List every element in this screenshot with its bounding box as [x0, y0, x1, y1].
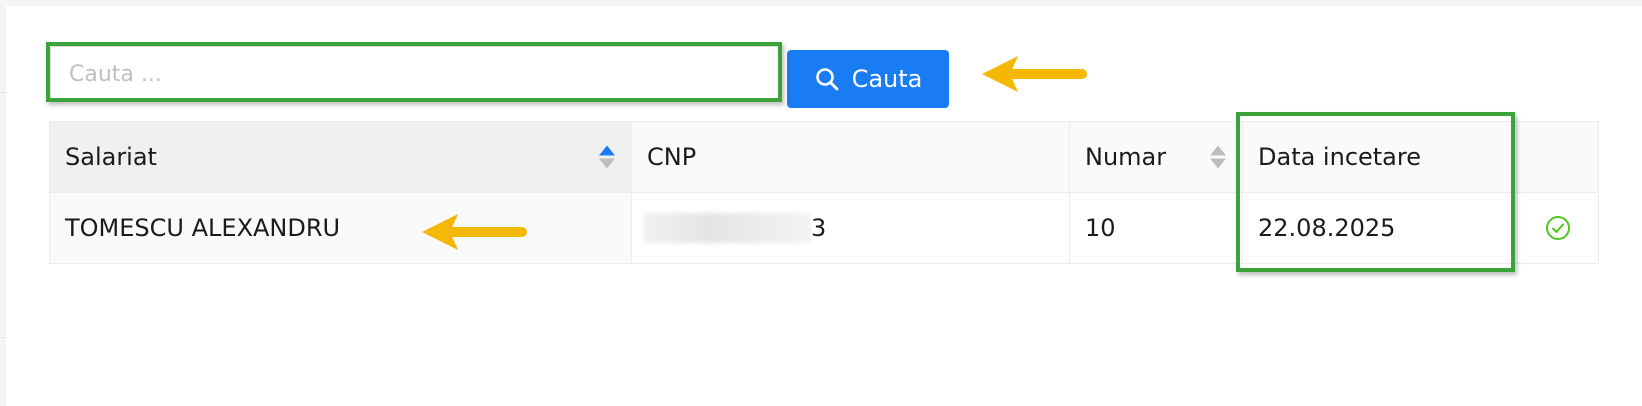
column-header-label: CNP	[647, 143, 697, 171]
column-header-actions	[1518, 122, 1598, 192]
redacted-cnp	[643, 213, 811, 243]
edge-divider	[0, 92, 6, 93]
column-header-data-incetare: Data incetare	[1243, 122, 1518, 192]
column-header-salariat[interactable]: Salariat	[50, 122, 632, 192]
edge-divider	[0, 337, 6, 338]
column-header-label: Data incetare	[1258, 143, 1421, 171]
sort-icon[interactable]	[1210, 145, 1226, 169]
cell-salariat: TOMESCU ALEXANDRU	[50, 193, 632, 263]
search-button-label: Cauta	[851, 65, 923, 93]
cnp-visible-suffix: 3	[811, 214, 827, 242]
column-header-label: Numar	[1085, 143, 1167, 171]
sort-icon[interactable]	[599, 145, 615, 169]
employee-name: TOMESCU ALEXANDRU	[65, 214, 341, 242]
search-icon	[814, 66, 840, 92]
column-header-numar[interactable]: Numar	[1070, 122, 1243, 192]
results-table: Salariat CNP Numar Data incetare TOMESCU…	[49, 121, 1599, 264]
column-header-label: Salariat	[65, 143, 157, 171]
sort-ascending-icon	[599, 145, 615, 156]
termination-date: 22.08.2025	[1258, 214, 1396, 242]
table-row[interactable]: TOMESCU ALEXANDRU 3 10 22.08.2025	[50, 193, 1598, 263]
search-button[interactable]: Cauta	[787, 50, 949, 108]
check-circle-icon[interactable]	[1545, 215, 1571, 241]
cell-numar: 10	[1070, 193, 1243, 263]
numar-value: 10	[1085, 214, 1116, 242]
cell-cnp: 3	[632, 193, 1070, 263]
table-header-row: Salariat CNP Numar Data incetare	[50, 122, 1598, 193]
cell-status	[1518, 193, 1598, 263]
cell-data-incetare: 22.08.2025	[1243, 193, 1518, 263]
sort-descending-icon	[1210, 158, 1226, 169]
sort-descending-icon	[599, 158, 615, 169]
search-input[interactable]	[50, 46, 780, 102]
sort-ascending-icon	[1210, 145, 1226, 156]
column-header-cnp: CNP	[632, 122, 1070, 192]
